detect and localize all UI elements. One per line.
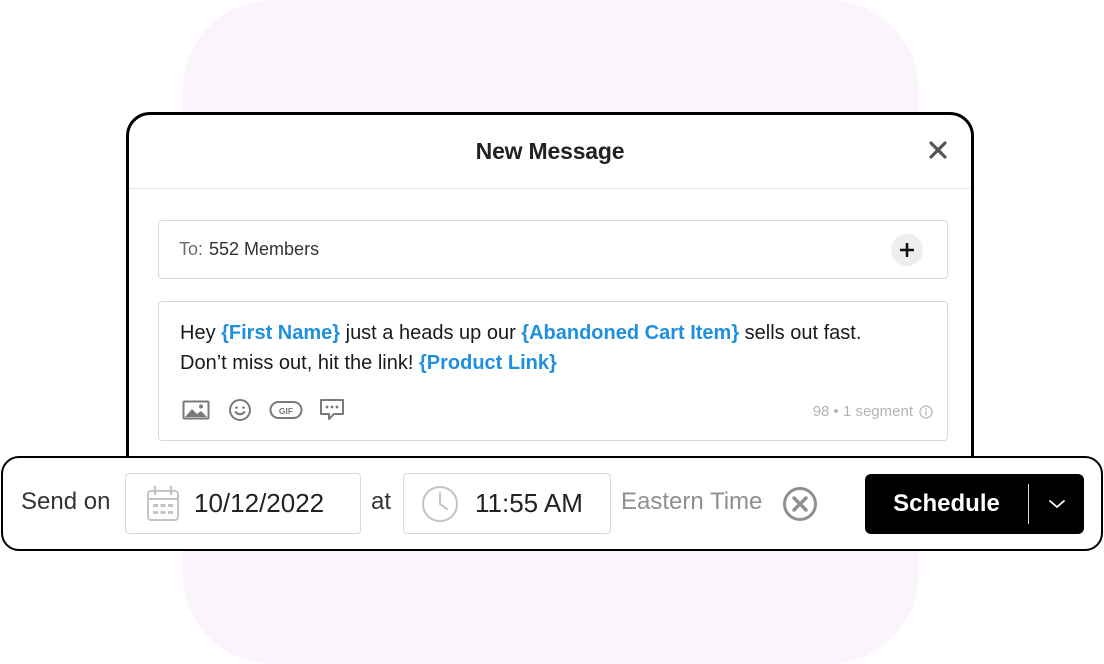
message-text-segment: Don’t miss out, hit the link!	[180, 352, 419, 374]
message-bubble-icon	[320, 399, 344, 420]
to-label: To:	[179, 239, 204, 259]
schedule-button[interactable]: Schedule	[865, 474, 1084, 534]
schedule-options-toggle[interactable]	[1029, 499, 1084, 509]
message-text-segment: just a heads up our	[340, 322, 522, 344]
send-on-label: Send on	[21, 488, 111, 515]
message-toolbar: GIF	[181, 398, 347, 422]
message-text-segment: Hey	[180, 322, 222, 344]
modal-title: New Message	[475, 138, 625, 164]
message-line-1: Hey {First Name} just a heads up our {Ab…	[180, 318, 927, 348]
add-recipient-button[interactable]	[891, 234, 923, 266]
recipients-field[interactable]: To: 552 Members	[158, 220, 948, 279]
recipients-value: 552 Members	[209, 239, 320, 259]
message-text-segment: sells out fast.	[739, 322, 862, 344]
time-picker[interactable]: 11:55 AM	[403, 473, 611, 534]
info-icon[interactable]	[919, 404, 933, 419]
timezone-label[interactable]: Eastern Time	[621, 488, 762, 516]
chevron-down-icon	[1048, 500, 1065, 508]
schedule-button-label: Schedule	[893, 490, 1000, 517]
merge-tag[interactable]: {Abandoned Cart Item}	[521, 322, 739, 344]
date-picker[interactable]: 10/12/2022	[125, 473, 361, 534]
segment-count: 98 • 1 segment	[812, 403, 913, 420]
time-value: 11:55 AM	[475, 488, 583, 518]
schedule-bar: Send on 10/12/2022 at 11:55 AM Eastern T…	[1, 456, 1103, 551]
clear-timezone-button[interactable]	[782, 486, 818, 522]
insert-template-button[interactable]	[317, 398, 347, 422]
insert-image-button[interactable]	[181, 398, 211, 422]
clock-icon	[422, 485, 458, 522]
close-icon	[929, 141, 947, 159]
close-button[interactable]	[925, 137, 951, 163]
emoji-icon	[229, 399, 251, 421]
clear-circle-icon	[783, 487, 817, 521]
gif-icon: GIF	[269, 401, 303, 419]
merge-tag[interactable]: {First Name}	[221, 322, 340, 344]
segment-info: 98 • 1 segment	[813, 403, 933, 420]
date-value: 10/12/2022	[194, 488, 325, 518]
insert-gif-button[interactable]: GIF	[269, 398, 303, 422]
merge-tag[interactable]: {Product Link}	[419, 352, 557, 374]
plus-icon	[900, 243, 914, 257]
gif-label: GIF	[279, 406, 293, 416]
image-icon	[182, 400, 210, 420]
modal-header: New Message	[129, 115, 971, 189]
insert-emoji-button[interactable]	[225, 398, 255, 422]
message-line-2: Don’t miss out, hit the link! {Product L…	[180, 348, 927, 378]
at-label: at	[371, 488, 392, 515]
calendar-icon	[147, 485, 179, 521]
message-text[interactable]: Hey {First Name} just a heads up our {Ab…	[180, 318, 927, 378]
message-editor[interactable]: Hey {First Name} just a heads up our {Ab…	[158, 301, 948, 441]
button-divider	[1028, 484, 1029, 524]
